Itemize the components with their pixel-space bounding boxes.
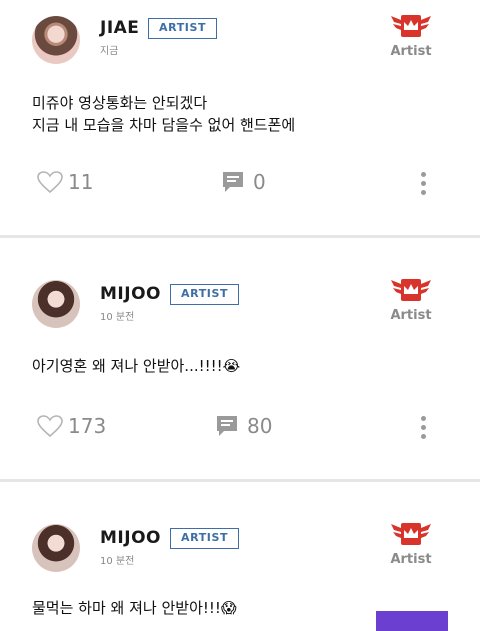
like-count: 173 — [68, 414, 107, 438]
more-options-button[interactable] — [419, 172, 427, 199]
comment-icon — [223, 172, 243, 192]
avatar[interactable] — [32, 524, 80, 572]
content-line: 물먹는 하마 왜 져나 안받아!!!😱 — [32, 599, 237, 617]
like-count: 11 — [68, 170, 94, 194]
more-dot-icon — [420, 190, 426, 195]
comment-button[interactable]: 0 — [221, 170, 266, 194]
post-content: 아기영혼 왜 져나 안받아...!!!!😭 — [32, 355, 240, 377]
artist-mark: Artist — [386, 276, 436, 323]
comment-count: 80 — [247, 414, 273, 438]
post-card: MIJOO ARTIST 10 분전 Artist 물먹는 하마 왜 져나 안받… — [0, 482, 480, 631]
artist-mark-label: Artist — [390, 552, 432, 567]
post-card: JIAE ARTIST 지금 Artist 미쥬야 영상통화는 안되겠다 지금 … — [0, 0, 480, 234]
comment-icon — [217, 416, 237, 436]
like-button[interactable]: 11 — [36, 170, 93, 194]
author-name[interactable]: MIJOO — [100, 284, 161, 304]
heart-icon — [37, 415, 63, 438]
post-time: 10 분전 — [100, 312, 135, 323]
post-time: 10 분전 — [100, 556, 135, 567]
post-card: MIJOO ARTIST 10 분전 Artist 아기영혼 왜 져나 안받아.… — [0, 238, 480, 480]
content-line: 아기영혼 왜 져나 안받아...!!!!😭 — [32, 357, 241, 375]
more-options-button[interactable] — [419, 416, 427, 443]
artist-mark-label: Artist — [390, 44, 432, 59]
crown-wing-icon — [391, 279, 431, 301]
more-dot-icon — [420, 434, 426, 439]
avatar[interactable] — [32, 280, 80, 328]
artist-mark: Artist — [386, 12, 436, 59]
author-name[interactable]: MIJOO — [100, 528, 161, 548]
attached-image-thumbnail[interactable] — [376, 611, 448, 631]
crown-wing-icon — [391, 523, 431, 545]
comment-count: 0 — [253, 170, 266, 194]
more-dot-icon — [420, 172, 426, 177]
post-content: 물먹는 하마 왜 져나 안받아!!!😱 — [32, 597, 237, 619]
artist-badge: ARTIST — [170, 528, 240, 549]
comment-button[interactable]: 80 — [215, 414, 272, 438]
heart-icon — [37, 171, 63, 194]
content-line: 지금 내 모습을 차마 담을수 없어 핸드폰에 — [32, 116, 296, 134]
post-content: 미쥬야 영상통화는 안되겠다 지금 내 모습을 차마 담을수 없어 핸드폰에 — [32, 92, 295, 136]
content-line: 미쥬야 영상통화는 안되겠다 — [32, 94, 208, 112]
artist-mark: Artist — [386, 520, 436, 567]
more-dot-icon — [420, 416, 426, 421]
author-name[interactable]: JIAE — [100, 18, 139, 38]
artist-mark-label: Artist — [390, 308, 432, 323]
crown-wing-icon — [391, 15, 431, 37]
artist-badge: ARTIST — [170, 284, 240, 305]
more-dot-icon — [420, 181, 426, 186]
post-time: 지금 — [100, 46, 119, 57]
more-dot-icon — [420, 425, 426, 430]
avatar[interactable] — [32, 16, 80, 64]
artist-badge: ARTIST — [148, 18, 218, 39]
like-button[interactable]: 173 — [36, 414, 106, 438]
